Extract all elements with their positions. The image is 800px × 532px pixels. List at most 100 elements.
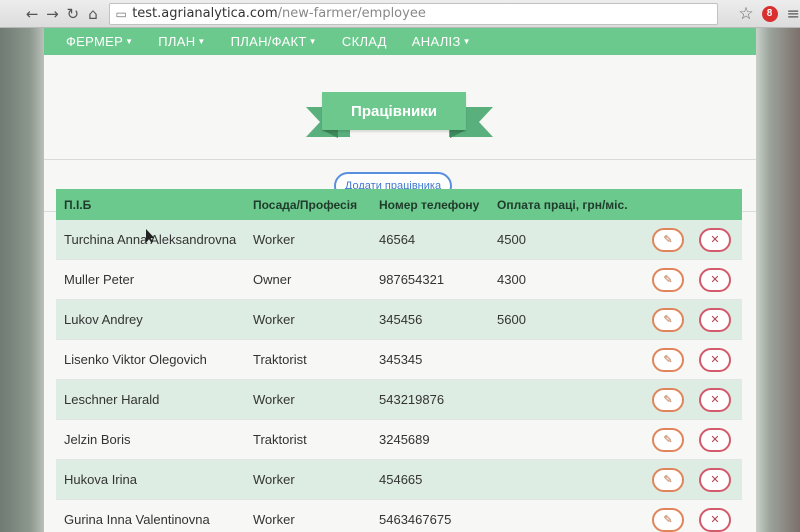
delete-button[interactable]: ✕ xyxy=(699,227,731,252)
pencil-icon: ✎ xyxy=(663,433,673,446)
page: ФЕРМЕР ▼ ПЛАН ▼ ПЛАН/ФАКТ ▼ СКЛАД АНАЛІЗ ▼ Праці… xyxy=(44,28,756,532)
hamburger-menu-icon[interactable]: ≡ xyxy=(787,4,800,23)
cell-position: Traktorist xyxy=(253,352,307,367)
nav-item-label: ФЕРМЕР xyxy=(66,34,124,49)
table-row: Lisenko Viktor Olegovich Traktorist 345345… xyxy=(56,340,742,380)
edit-button[interactable]: ✎ xyxy=(652,427,684,452)
nav-item-1[interactable]: ПЛАН ▼ xyxy=(158,34,205,49)
nav-item-label: ПЛАН xyxy=(158,34,196,49)
star-icon[interactable]: ☆ xyxy=(738,4,753,24)
cell-salary: 4300 xyxy=(497,272,526,287)
delete-button[interactable]: ✕ xyxy=(699,307,731,332)
table-row: Hukova Irina Worker 454665 ✎ ✕ xyxy=(56,460,742,500)
delete-button[interactable]: ✕ xyxy=(699,387,731,412)
nav-item-3[interactable]: СКЛАД xyxy=(342,34,387,49)
header-position: Посада/Професія xyxy=(253,197,358,212)
nav-item-0[interactable]: ФЕРМЕР ▼ xyxy=(66,34,133,49)
pencil-icon: ✎ xyxy=(663,233,673,246)
table-row: Muller Peter Owner 987654321 4300 ✎ ✕ xyxy=(56,260,742,300)
page-title: Працівники xyxy=(322,92,466,130)
caret-down-icon: ▼ xyxy=(308,37,317,46)
cell-name: Gurina Inna Valentinovna xyxy=(64,512,210,527)
header-phone: Номер телефону xyxy=(379,197,480,212)
pencil-icon: ✎ xyxy=(663,473,673,486)
x-icon: ✕ xyxy=(710,273,720,286)
cell-phone: 3245689 xyxy=(379,432,430,447)
page-header: Працівники xyxy=(44,55,756,160)
cell-phone: 454665 xyxy=(379,472,423,487)
cell-name: Lukov Andrey xyxy=(64,312,143,327)
caret-down-icon: ▼ xyxy=(462,37,471,46)
edit-button[interactable]: ✎ xyxy=(652,347,684,372)
x-icon: ✕ xyxy=(710,513,720,526)
cell-salary: 4500 xyxy=(497,232,526,247)
address-bar[interactable]: ▭ test.agrianalytica.com/new-farmer/empl… xyxy=(109,2,719,25)
cell-salary: 5600 xyxy=(497,312,526,327)
pencil-icon: ✎ xyxy=(663,513,673,526)
cell-phone: 46564 xyxy=(379,232,416,247)
page-icon: ▭ xyxy=(115,6,127,21)
edit-button[interactable]: ✎ xyxy=(652,307,684,332)
pencil-icon: ✎ xyxy=(663,313,673,326)
cell-phone: 987654321 xyxy=(379,272,445,287)
x-icon: ✕ xyxy=(710,393,720,406)
delete-button[interactable]: ✕ xyxy=(699,507,731,532)
cell-phone: 5463467675 xyxy=(379,512,452,527)
table-row: Jelzin Boris Traktorist 3245689 ✎ ✕ xyxy=(56,420,742,460)
header-salary: Оплата праці, грн/міс. xyxy=(497,197,628,212)
x-icon: ✕ xyxy=(710,433,720,446)
pencil-icon: ✎ xyxy=(663,273,673,286)
edit-button[interactable]: ✎ xyxy=(652,387,684,412)
x-icon: ✕ xyxy=(710,353,720,366)
delete-button[interactable]: ✕ xyxy=(699,467,731,492)
edit-button[interactable]: ✎ xyxy=(652,467,684,492)
nav-item-4[interactable]: АНАЛІЗ ▼ xyxy=(412,34,471,49)
table-row: Gurina Inna Valentinovna Worker 5463467675… xyxy=(56,500,742,532)
cell-name: Leschner Harald xyxy=(64,392,160,407)
cell-name: Jelzin Boris xyxy=(64,432,131,447)
arrow-left-icon[interactable]: ← xyxy=(22,3,42,25)
x-icon: ✕ xyxy=(710,313,720,326)
table-row: Turchina Anna Aleksandrovna Worker 46564 45… xyxy=(56,220,742,260)
nav-item-label: АНАЛІЗ xyxy=(411,34,461,49)
x-icon: ✕ xyxy=(710,233,720,246)
cell-phone: 345456 xyxy=(379,312,423,327)
cell-position: Worker xyxy=(253,312,295,327)
edit-button[interactable]: ✎ xyxy=(652,507,684,532)
cell-position: Worker xyxy=(253,472,295,487)
cell-position: Worker xyxy=(253,392,295,407)
nav-item-label: СКЛАД xyxy=(341,34,387,49)
reload-icon[interactable]: ↻ xyxy=(63,3,83,25)
header-name: П.І.Б xyxy=(64,197,92,212)
arrow-right-icon[interactable]: → xyxy=(42,3,62,25)
delete-button[interactable]: ✕ xyxy=(699,427,731,452)
employees-table: П.І.Б Посада/Професія Номер телефону Опл… xyxy=(56,189,742,532)
table-row: Lukov Andrey Worker 345456 5600 ✎ ✕ xyxy=(56,300,742,340)
main-navigation: ФЕРМЕР ▼ ПЛАН ▼ ПЛАН/ФАКТ ▼ СКЛАД АНАЛІЗ ▼ xyxy=(44,28,756,55)
cell-name: Muller Peter xyxy=(64,272,135,287)
delete-button[interactable]: ✕ xyxy=(699,267,731,292)
cell-position: Owner xyxy=(253,272,292,287)
x-icon: ✕ xyxy=(710,473,720,486)
cell-position: Worker xyxy=(253,232,295,247)
cell-phone: 345345 xyxy=(379,352,423,367)
cell-position: Worker xyxy=(253,512,295,527)
delete-button[interactable]: ✕ xyxy=(699,347,731,372)
table-header: П.І.Б Посада/Професія Номер телефону Опл… xyxy=(56,189,742,220)
pencil-icon: ✎ xyxy=(663,353,673,366)
pencil-icon: ✎ xyxy=(663,393,673,406)
nav-item-label: ПЛАН/ФАКТ xyxy=(230,34,307,49)
cell-name: Lisenko Viktor Olegovich xyxy=(64,352,207,367)
browser-toolbar: ← → ↻ ⌂ ▭ test.agrianalytica.com/new-far… xyxy=(0,0,800,28)
home-icon[interactable]: ⌂ xyxy=(83,3,103,25)
cell-name: Hukova Irina xyxy=(64,472,137,487)
caret-down-icon: ▼ xyxy=(125,37,134,46)
edit-button[interactable]: ✎ xyxy=(652,227,684,252)
table-row: Leschner Harald Worker 543219876 ✎ ✕ xyxy=(56,380,742,420)
caret-down-icon: ▼ xyxy=(197,37,206,46)
extension-badge-icon[interactable]: 8 xyxy=(761,5,778,22)
edit-button[interactable]: ✎ xyxy=(652,267,684,292)
nav-item-2[interactable]: ПЛАН/ФАКТ ▼ xyxy=(231,34,317,49)
url-text: test.agrianalytica.com/new-farmer/employ… xyxy=(132,6,426,21)
cell-position: Traktorist xyxy=(253,432,307,447)
